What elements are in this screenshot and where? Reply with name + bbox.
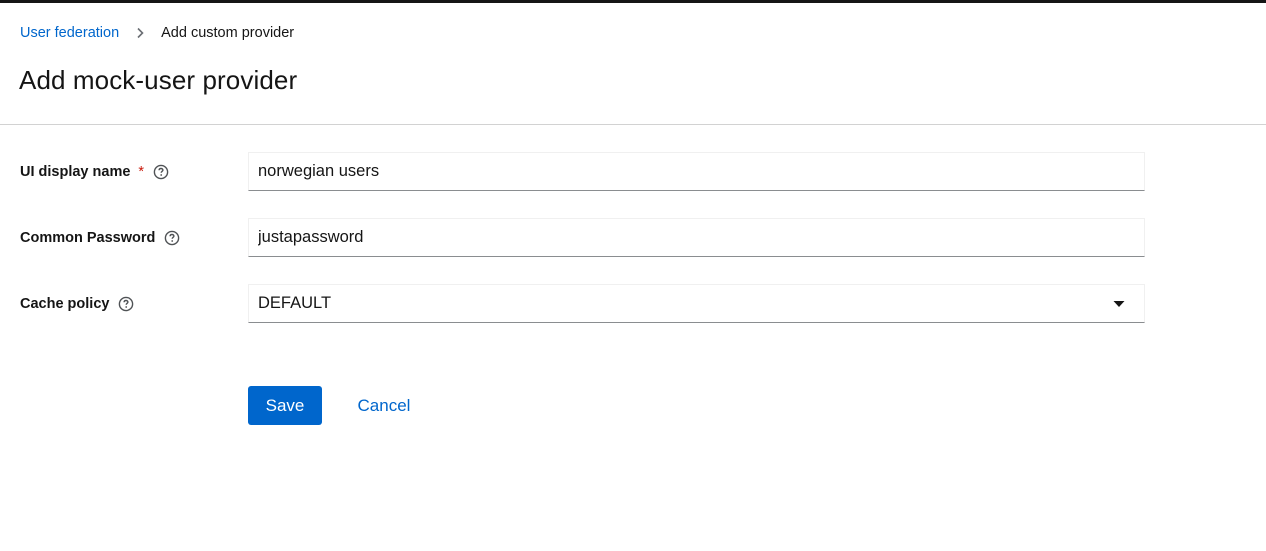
display-name-input[interactable] (248, 152, 1145, 191)
breadcrumb-current: Add custom provider (161, 25, 295, 41)
common-password-label: Common Password (20, 230, 180, 246)
common-password-input[interactable] (248, 218, 1145, 257)
help-icon[interactable] (118, 296, 134, 312)
page-title: Add mock-user provider (19, 65, 298, 95)
common-password-label-text: Common Password (20, 230, 156, 246)
cache-policy-label: Cache policy (20, 296, 134, 312)
form-row-cache-policy: Cache policy DEFAULT (0, 284, 1266, 324)
help-icon[interactable] (164, 230, 180, 246)
breadcrumb-link-user-federation[interactable]: User federation (20, 25, 119, 41)
page-header: User federation Add custom provider Add … (0, 3, 1266, 125)
breadcrumb: User federation Add custom provider (20, 25, 294, 41)
chevron-right-icon (133, 26, 147, 40)
cancel-button[interactable]: Cancel (341, 386, 427, 425)
help-icon[interactable] (153, 164, 169, 180)
required-marker: * (138, 164, 145, 180)
caret-down-icon (1113, 300, 1125, 308)
form-row-display-name: UI display name * (0, 152, 1266, 192)
cache-policy-select[interactable]: DEFAULT (248, 284, 1145, 323)
display-name-label-text: UI display name (20, 164, 131, 180)
cache-policy-selected-value: DEFAULT (258, 294, 332, 312)
cache-policy-label-text: Cache policy (20, 296, 110, 312)
save-button[interactable]: Save (248, 386, 322, 425)
display-name-label: UI display name * (20, 164, 169, 180)
form-row-common-password: Common Password (0, 218, 1266, 258)
